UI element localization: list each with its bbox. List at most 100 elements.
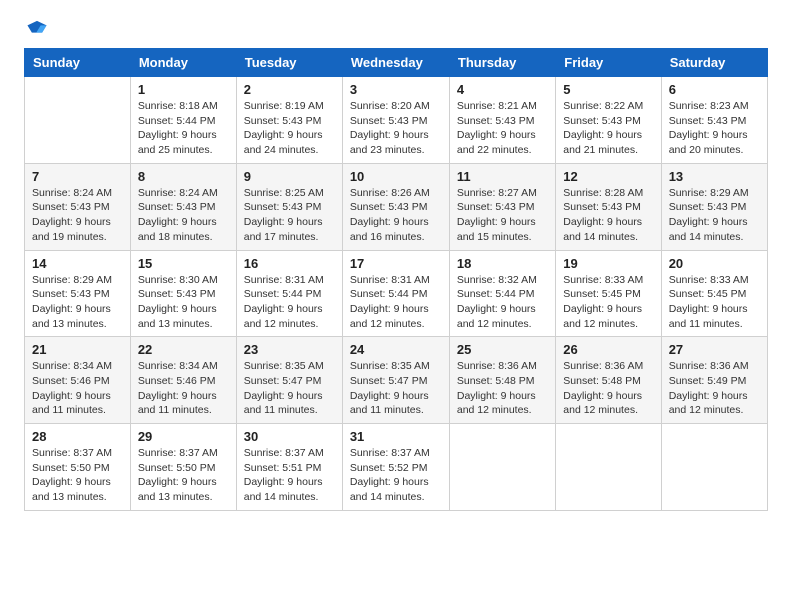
day-number: 16 (244, 256, 335, 271)
day-number: 30 (244, 429, 335, 444)
day-info-line: and 22 minutes. (457, 143, 548, 158)
day-info-line: Sunset: 5:43 PM (32, 200, 123, 215)
day-number: 26 (563, 342, 653, 357)
day-info-line: Daylight: 9 hours (244, 389, 335, 404)
calendar-cell: 27 Sunrise: 8:36 AMSunset: 5:49 PMDayligh… (661, 337, 767, 424)
day-info-line: Sunrise: 8:20 AM (350, 99, 442, 114)
day-info-line: Daylight: 9 hours (32, 389, 123, 404)
day-info-line: Sunset: 5:43 PM (244, 200, 335, 215)
day-number: 19 (563, 256, 653, 271)
day-info-line: Daylight: 9 hours (563, 128, 653, 143)
calendar-cell (25, 77, 131, 164)
calendar-cell: 25Sunrise: 8:36 AMSunset: 5:48 PMDayligh… (449, 337, 555, 424)
day-info: Sunrise: 8:36 AMSunset: 5:49 PMDaylight:… (669, 359, 760, 418)
day-info: Sunrise: 8:20 AMSunset: 5:43 PMDaylight:… (350, 99, 442, 158)
day-info-line: Daylight: 9 hours (563, 215, 653, 230)
calendar-week-2: 7 Sunrise: 8:24 AMSunset: 5:43 PMDaylight… (25, 163, 768, 250)
header-tuesday: Tuesday (236, 49, 342, 77)
header-saturday: Saturday (661, 49, 767, 77)
day-number: 31 (350, 429, 442, 444)
day-info-line: Sunset: 5:47 PM (350, 374, 442, 389)
day-info-line: Sunrise: 8:25 AM (244, 186, 335, 201)
day-info-line: Daylight: 9 hours (669, 215, 760, 230)
day-info-line: Sunset: 5:46 PM (32, 374, 123, 389)
day-info-line: Sunrise: 8:29 AM (32, 273, 123, 288)
day-number: 7 (32, 169, 123, 184)
day-info-line: Sunset: 5:43 PM (457, 200, 548, 215)
day-info: Sunrise: 8:21 AMSunset: 5:43 PMDaylight:… (457, 99, 548, 158)
calendar-cell: 20Sunrise: 8:33 AMSunset: 5:45 PMDayligh… (661, 250, 767, 337)
day-info-line: Sunset: 5:44 PM (457, 287, 548, 302)
day-info-line: Sunset: 5:43 PM (138, 200, 229, 215)
day-number: 21 (32, 342, 123, 357)
day-info-line: and 13 minutes. (138, 317, 229, 332)
calendar-cell: 16Sunrise: 8:31 AMSunset: 5:44 PMDayligh… (236, 250, 342, 337)
day-info: Sunrise: 8:37 AMSunset: 5:50 PMDaylight:… (138, 446, 229, 505)
calendar-cell: 22Sunrise: 8:34 AMSunset: 5:46 PMDayligh… (130, 337, 236, 424)
day-info-line: Daylight: 9 hours (138, 389, 229, 404)
day-info-line: Sunrise: 8:37 AM (244, 446, 335, 461)
day-info-line: and 11 minutes. (350, 403, 442, 418)
day-info-line: Sunset: 5:43 PM (563, 114, 653, 129)
day-info-line: Sunrise: 8:36 AM (457, 359, 548, 374)
day-info-line: Sunset: 5:48 PM (563, 374, 653, 389)
day-number: 25 (457, 342, 548, 357)
day-info: Sunrise: 8:33 AMSunset: 5:45 PMDaylight:… (563, 273, 653, 332)
day-info-line: and 21 minutes. (563, 143, 653, 158)
day-number: 22 (138, 342, 229, 357)
day-info-line: and 19 minutes. (32, 230, 123, 245)
day-info-line: Daylight: 9 hours (32, 475, 123, 490)
calendar-cell: 30Sunrise: 8:37 AMSunset: 5:51 PMDayligh… (236, 424, 342, 511)
day-info-line: Sunrise: 8:36 AM (669, 359, 760, 374)
day-info-line: Sunset: 5:49 PM (669, 374, 760, 389)
day-info-line: Sunrise: 8:32 AM (457, 273, 548, 288)
day-info-line: and 12 minutes. (350, 317, 442, 332)
day-info-line: Daylight: 9 hours (138, 128, 229, 143)
day-info-line: Daylight: 9 hours (563, 302, 653, 317)
day-info: Sunrise: 8:28 AMSunset: 5:43 PMDaylight:… (563, 186, 653, 245)
day-info-line: Sunset: 5:47 PM (244, 374, 335, 389)
day-info: Sunrise: 8:35 AMSunset: 5:47 PMDaylight:… (244, 359, 335, 418)
day-info-line: Sunrise: 8:35 AM (350, 359, 442, 374)
day-number: 1 (138, 82, 229, 97)
day-info-line: and 12 minutes. (457, 403, 548, 418)
day-info-line: Sunset: 5:43 PM (669, 114, 760, 129)
day-info: Sunrise: 8:32 AMSunset: 5:44 PMDaylight:… (457, 273, 548, 332)
day-info: Sunrise: 8:25 AMSunset: 5:43 PMDaylight:… (244, 186, 335, 245)
day-number: 20 (669, 256, 760, 271)
day-info-line: and 12 minutes. (457, 317, 548, 332)
calendar-cell: 4 Sunrise: 8:21 AMSunset: 5:43 PMDaylight… (449, 77, 555, 164)
day-info-line: Sunset: 5:46 PM (138, 374, 229, 389)
calendar-cell: 17Sunrise: 8:31 AMSunset: 5:44 PMDayligh… (342, 250, 449, 337)
logo-block (24, 20, 48, 38)
day-number: 27 (669, 342, 760, 357)
calendar-week-1: 1Sunrise: 8:18 AMSunset: 5:44 PMDaylight… (25, 77, 768, 164)
day-number: 18 (457, 256, 548, 271)
day-info: Sunrise: 8:24 AMSunset: 5:43 PMDaylight:… (32, 186, 123, 245)
page-header (24, 20, 768, 38)
day-info-line: Daylight: 9 hours (138, 215, 229, 230)
day-info-line: and 12 minutes. (563, 317, 653, 332)
header-sunday: Sunday (25, 49, 131, 77)
day-info-line: Sunrise: 8:22 AM (563, 99, 653, 114)
day-info-line: Sunrise: 8:35 AM (244, 359, 335, 374)
day-info-line: and 15 minutes. (457, 230, 548, 245)
calendar-cell: 23Sunrise: 8:35 AMSunset: 5:47 PMDayligh… (236, 337, 342, 424)
day-number: 14 (32, 256, 123, 271)
calendar-cell: 10Sunrise: 8:26 AMSunset: 5:43 PMDayligh… (342, 163, 449, 250)
calendar-cell: 2Sunrise: 8:19 AMSunset: 5:43 PMDaylight… (236, 77, 342, 164)
day-info-line: and 12 minutes. (244, 317, 335, 332)
day-info-line: Sunrise: 8:37 AM (138, 446, 229, 461)
day-info: Sunrise: 8:37 AMSunset: 5:52 PMDaylight:… (350, 446, 442, 505)
day-info-line: and 24 minutes. (244, 143, 335, 158)
day-number: 13 (669, 169, 760, 184)
day-info-line: Sunset: 5:43 PM (350, 114, 442, 129)
day-info-line: and 11 minutes. (32, 403, 123, 418)
day-info-line: Daylight: 9 hours (244, 215, 335, 230)
day-number: 29 (138, 429, 229, 444)
day-info: Sunrise: 8:30 AMSunset: 5:43 PMDaylight:… (138, 273, 229, 332)
calendar-cell: 21Sunrise: 8:34 AMSunset: 5:46 PMDayligh… (25, 337, 131, 424)
day-number: 4 (457, 82, 548, 97)
day-info-line: and 13 minutes. (138, 490, 229, 505)
day-info-line: and 13 minutes. (32, 490, 123, 505)
